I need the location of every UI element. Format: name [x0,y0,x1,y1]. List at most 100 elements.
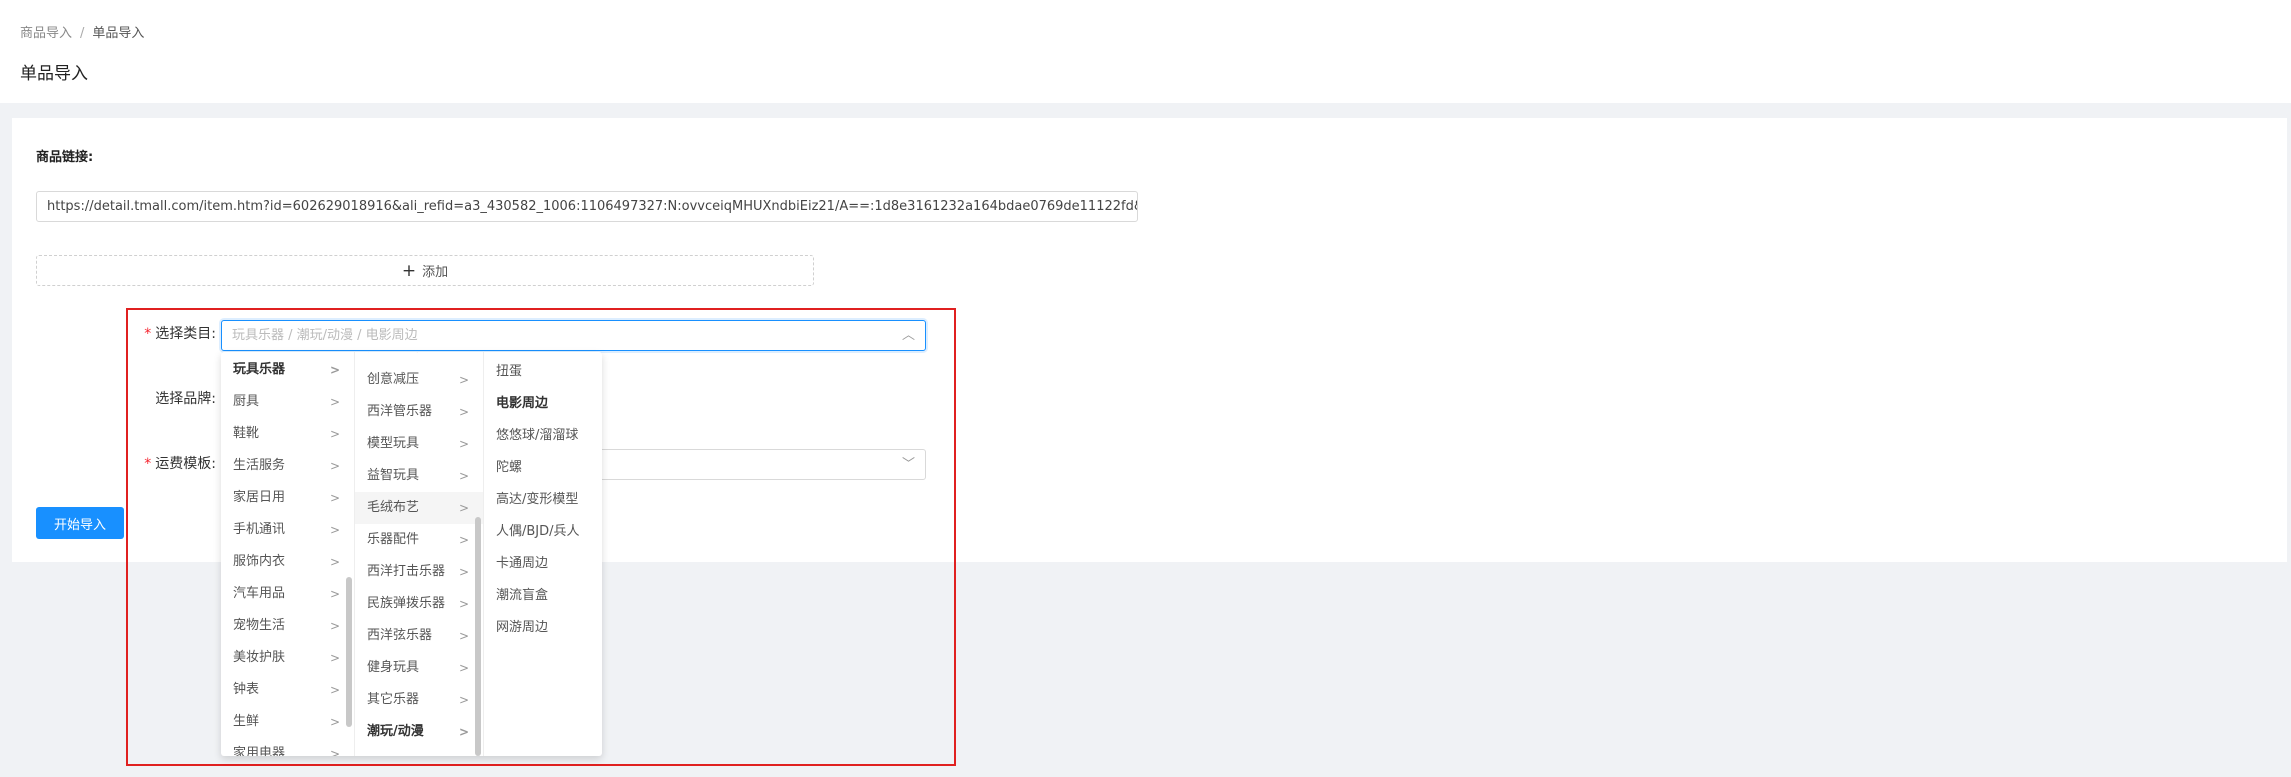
cascader-option[interactable]: 乐器配件 > [355,524,483,556]
cascader-column-level1[interactable]: 玩具乐器 > 厨具 > 鞋靴 > 生活服务 > 家居日用 > 手机通讯 > 服饰内衣 > 汽车用品 > 宠物生活… [221,352,355,756]
cascader-option-label: 毛绒布艺 [367,500,420,515]
plus-icon: + [401,260,417,281]
product-link-input[interactable]: https://detail.tmall.com/item.htm?id=602… [36,191,1138,222]
cascader-option-label: 汽车用品 [233,586,286,601]
cascader-option[interactable]: 玩具乐器 > [221,354,354,386]
cascader-option-label: 悠悠球/溜溜球 [496,428,579,443]
breadcrumb-current: 单品导入 [92,26,145,41]
chevron-right-icon: > [458,533,469,547]
chevron-right-icon: > [458,565,469,579]
cascader-option-label: 西洋弦乐器 [367,628,433,643]
chevron-down-icon: ﹀ [901,457,915,472]
chevron-right-icon: > [458,629,469,643]
chevron-right-icon: > [329,363,340,377]
cascader-option[interactable]: 潮玩/动漫 > [355,716,483,748]
cascader-option[interactable]: 扭蛋 [484,356,602,388]
chevron-right-icon: > [458,437,469,451]
cascader-option-label: 生鲜 [233,714,260,729]
cascader-option[interactable]: 美妆护肤 > [221,642,354,674]
cascader-option-label: 人偶/BJD/兵人 [496,524,580,539]
cascader-option[interactable]: 服饰内衣 > [221,546,354,578]
cascader-option[interactable]: 健身玩具 > [355,652,483,684]
cascader-option[interactable]: 手机通讯 > [221,514,354,546]
chevron-right-icon: > [458,661,469,675]
scrollbar-thumb[interactable] [346,577,352,727]
cascader-option-label: 鞋靴 [233,426,260,441]
cascader-option[interactable]: 宠物生活 > [221,610,354,642]
cascader-option[interactable]: 其它乐器 > [355,684,483,716]
cascader-option-label: 潮流盲盒 [496,588,549,603]
chevron-right-icon: > [459,352,469,364]
cascader-option[interactable]: 毛绒布艺 > [355,492,483,524]
cascader-option[interactable]: 西洋打击乐器 > [355,556,483,588]
cascader-option[interactable]: 悠悠球/溜溜球 [484,420,602,452]
chevron-right-icon: > [458,597,469,611]
breadcrumb-parent[interactable]: 商品导入 [20,26,72,41]
category-select-value: 玩具乐器 / 潮玩/动漫 / 电影周边 [232,328,418,343]
cascader-option-label: 宠物生活 [233,618,286,633]
cascader-option[interactable]: 厨具 > [221,386,354,418]
cascader-option-label: 美妆护肤 [233,650,286,665]
cascader-option[interactable]: 生鲜 > [221,706,354,738]
cascader-option[interactable]: 民族弹拨乐器 > [355,588,483,620]
chevron-right-icon: > [329,651,340,665]
page-header: 商品导入 / 单品导入 单品导入 [0,0,2291,103]
page-title: 单品导入 [20,64,88,84]
cascader-option-label: 创意减压 [367,372,420,387]
chevron-right-icon: > [458,405,469,419]
category-select[interactable]: 玩具乐器 / 潮玩/动漫 / 电影周边 ︿ [221,320,926,351]
cascader-option[interactable]: 汽车用品 > [221,578,354,610]
cascader-option-label: 钟表 [233,682,260,697]
breadcrumb-separator: / [80,26,85,41]
cascader-option-label: 手机通讯 [233,522,286,537]
cascader-column-level2[interactable]: 遥控/电动>创意减压>西洋管乐器>模型玩具>益智玩具>毛绒布艺>乐器配件>西洋打… [355,352,484,756]
cascader-option-label: 陀螺 [496,460,523,475]
cascader-option-label: 乐器配件 [367,532,420,547]
chevron-right-icon: > [329,427,340,441]
cascader-option[interactable]: 西洋弦乐器 > [355,620,483,652]
cascader-option[interactable]: 创意减压 > [355,364,483,396]
cascader-option[interactable]: 生活服务 > [221,450,354,482]
cascader-option[interactable]: 家用电器 > [221,738,354,756]
cascader-option-label: 家用电器 [233,746,286,756]
chevron-right-icon: > [329,683,340,697]
chevron-right-icon: > [458,501,469,515]
cascader-option-label: 遥控/电动 [367,352,423,355]
chevron-right-icon: > [329,491,340,505]
chevron-up-icon: ︿ [901,328,915,343]
cascader-option-label: 网游周边 [496,620,549,635]
cascader-option-label: 健身玩具 [367,660,420,675]
cascader-option[interactable]: 模型玩具 > [355,428,483,460]
cascader-option[interactable]: 电影周边 [484,388,602,420]
cascader-option[interactable]: 西洋管乐器 > [355,396,483,428]
chevron-right-icon: > [458,469,469,483]
chevron-right-icon: > [329,459,340,473]
chevron-right-icon: > [458,725,469,739]
cascader-option[interactable]: 潮流盲盒 [484,580,602,612]
cascader-option[interactable]: 高达/变形模型 [484,484,602,516]
category-cascader-dropdown: 玩具乐器 > 厨具 > 鞋靴 > 生活服务 > 家居日用 > 手机通讯 > 服饰内衣 > 汽车用品 > 宠物生活… [221,352,602,756]
cascader-option[interactable]: 陀螺 [484,452,602,484]
shipping-template-select[interactable]: ﹀ [590,449,926,480]
cascader-column-level3[interactable]: 扭蛋 电影周边悠悠球/溜溜球 陀螺高达/变形模型人偶/BJD/兵人 卡通周边潮流盲盒网… [484,352,602,756]
cascader-option-label: 厨具 [233,394,260,409]
cascader-option-label: 玩具乐器 [233,362,286,377]
cascader-option-label: 西洋管乐器 [367,404,433,419]
cascader-option[interactable]: 卡通周边 [484,548,602,580]
start-import-button[interactable]: 开始导入 [36,507,124,539]
product-link-label: 商品链接: [36,150,94,165]
add-link-button[interactable]: + 添加 [36,255,814,286]
cascader-option[interactable]: 钟表 > [221,674,354,706]
cascader-option[interactable]: 人偶/BJD/兵人 [484,516,602,548]
chevron-right-icon: > [329,523,340,537]
cascader-option-label: 其它乐器 [367,692,420,707]
cascader-option-label: 潮玩/动漫 [367,724,424,739]
cascader-option-label: 生活服务 [233,458,286,473]
cascader-option-label: 卡通周边 [496,556,549,571]
scrollbar-thumb[interactable] [475,517,481,756]
cascader-option[interactable]: 家居日用 > [221,482,354,514]
cascader-option[interactable]: 鞋靴 > [221,418,354,450]
cascader-option[interactable]: 遥控/电动 > [355,352,483,364]
cascader-option[interactable]: 益智玩具 > [355,460,483,492]
cascader-option[interactable]: 网游周边 [484,612,602,644]
